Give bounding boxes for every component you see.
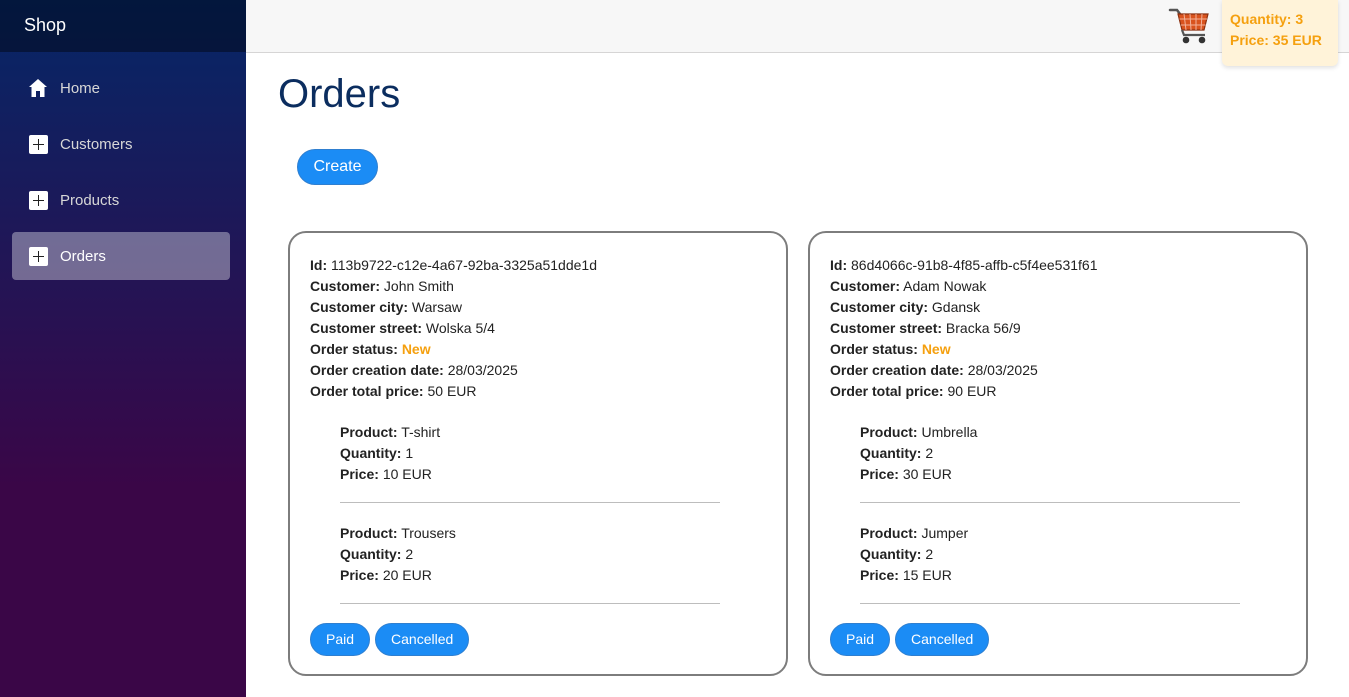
product-quantity: 1	[405, 445, 414, 461]
paid-button[interactable]: Paid	[830, 623, 891, 656]
product-price: 10 EUR	[382, 466, 432, 482]
product-quantity: 2	[925, 546, 934, 562]
product-name: Jumper	[921, 525, 969, 541]
order-customer: Customer: John Smith	[310, 278, 454, 294]
product-name: Trousers	[401, 525, 456, 541]
create-button[interactable]: Create	[297, 149, 378, 185]
order-actions: Paid Cancelled	[310, 623, 470, 656]
plus-icon	[28, 246, 48, 266]
order-creation-date: Order creation date: 28/03/2025	[830, 362, 1038, 378]
order-customer-street: Customer street: Wolska 5/4	[310, 320, 495, 336]
sidebar-item-customers[interactable]: Customers	[12, 120, 230, 168]
order-total-price: Order total price: 90 EUR	[830, 383, 997, 399]
divider	[860, 603, 1240, 604]
sidebar-item-orders[interactable]: Orders	[12, 232, 230, 280]
status-badge: New	[921, 341, 951, 357]
order-product: Product: Trousers Quantity: 2 Price: 20 …	[340, 503, 720, 604]
cart-quantity: Quantity: 3	[1230, 11, 1304, 27]
order-id: Id: 86d4066c-91b8-4f85-affb-c5f4ee531f61	[830, 257, 1098, 273]
product-price: 20 EUR	[382, 567, 432, 583]
order-card: Id: 86d4066c-91b8-4f85-affb-c5f4ee531f61…	[808, 231, 1308, 676]
order-customer-city: Customer city: Warsaw	[310, 299, 462, 315]
order-total-price: Order total price: 50 EUR	[310, 383, 477, 399]
cart-summary: Quantity: 3 Price: 35 EUR	[1222, 0, 1338, 66]
page-title: Orders	[278, 72, 401, 116]
sidebar-item-label: Orders	[60, 247, 106, 265]
product-price: 15 EUR	[902, 567, 952, 583]
order-creation-date: Order creation date: 28/03/2025	[310, 362, 518, 378]
home-icon	[28, 78, 48, 98]
order-customer-city: Customer city: Gdansk	[830, 299, 981, 315]
order-status: Order status: New	[310, 341, 431, 357]
product-name: Umbrella	[921, 424, 978, 440]
product-name: T-shirt	[401, 424, 441, 440]
shopping-cart-icon[interactable]	[1168, 5, 1212, 45]
cancelled-button[interactable]: Cancelled	[375, 623, 470, 656]
order-actions: Paid Cancelled	[830, 623, 990, 656]
order-product: Product: Umbrella Quantity: 2 Price: 30 …	[860, 402, 1240, 503]
order-id: Id: 113b9722-c12e-4a67-92ba-3325a51dde1d	[310, 257, 597, 273]
plus-icon	[28, 190, 48, 210]
paid-button[interactable]: Paid	[310, 623, 371, 656]
order-customer: Customer: Adam Nowak	[830, 278, 987, 294]
status-badge: New	[401, 341, 431, 357]
sidebar-item-label: Customers	[60, 135, 133, 153]
product-quantity: 2	[925, 445, 934, 461]
cancelled-button[interactable]: Cancelled	[895, 623, 990, 656]
sidebar-item-label: Home	[60, 79, 101, 97]
order-customer-street: Customer street: Bracka 56/9	[830, 320, 1021, 336]
cart-price: Price: 35 EUR	[1230, 32, 1322, 48]
order-card: Id: 113b9722-c12e-4a67-92ba-3325a51dde1d…	[288, 231, 788, 676]
order-status: Order status: New	[830, 341, 951, 357]
sidebar: Shop Home Customers Products Orders	[0, 0, 246, 697]
product-quantity: 2	[405, 546, 414, 562]
plus-icon	[28, 134, 48, 154]
order-product: Product: Jumper Quantity: 2 Price: 15 EU…	[860, 503, 1240, 604]
sidebar-item-products[interactable]: Products	[12, 176, 230, 224]
brand-title[interactable]: Shop	[0, 0, 246, 52]
sidebar-item-home[interactable]: Home	[12, 64, 230, 112]
divider	[340, 603, 720, 604]
order-product: Product: T-shirt Quantity: 1 Price: 10 E…	[340, 402, 720, 503]
sidebar-nav: Home Customers Products Orders	[0, 52, 246, 280]
product-price: 30 EUR	[902, 466, 952, 482]
sidebar-item-label: Products	[60, 191, 120, 209]
